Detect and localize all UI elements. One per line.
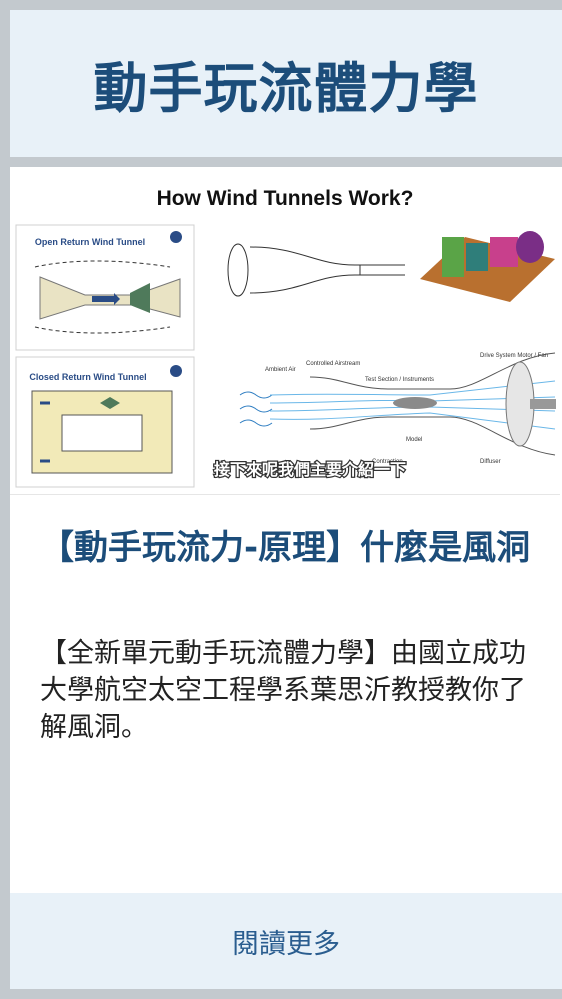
- nasa-logo-icon: [170, 365, 182, 377]
- open-return-label: Open Return Wind Tunnel: [35, 237, 145, 247]
- article-title[interactable]: 【動手玩流力-原理】什麼是風洞: [40, 525, 532, 571]
- article-card: 動手玩流體力學 How Wind Tunnels Work? Open Retu…: [0, 0, 562, 999]
- tunnel-3d-model: [420, 231, 555, 302]
- label-model: Model: [406, 437, 422, 443]
- closed-return-label: Closed Return Wind Tunnel: [29, 372, 146, 382]
- article-description: 【全新單元動手玩流體力學】由國立成功大學航空太空工程學系葉思沂教授教你了解風洞。: [40, 638, 526, 743]
- thumbnail-heading: How Wind Tunnels Work?: [157, 187, 414, 210]
- page-title: 動手玩流體力學: [93, 57, 479, 120]
- card-header: 動手玩流體力學: [10, 10, 562, 167]
- closed-return-panel: Closed Return Wind Tunnel: [15, 356, 195, 488]
- label-test-section: Test Section / Instruments: [365, 377, 434, 383]
- open-return-panel: Open Return Wind Tunnel: [15, 224, 195, 351]
- article-content: 【動手玩流力-原理】什麼是風洞 【全新單元動手玩流體力學】由國立成功大學航空太空…: [10, 525, 562, 746]
- tunnel-cross-section: [206, 225, 406, 317]
- read-more-link[interactable]: 閱讀更多: [232, 922, 340, 961]
- video-thumbnail[interactable]: How Wind Tunnels Work? Open Return Wind …: [10, 167, 560, 495]
- read-more-bar: 閱讀更多: [10, 893, 562, 989]
- video-subtitle: 接下來呢我們主要介紹一下: [214, 460, 406, 479]
- wind-tunnel-illustration: How Wind Tunnels Work? Open Return Wind …: [15, 187, 560, 488]
- label-controlled-airstream: Controlled Airstream: [306, 361, 360, 367]
- label-diffuser: Diffuser: [480, 459, 501, 465]
- nasa-logo-icon: [170, 231, 182, 243]
- label-ambient-air: Ambient Air: [265, 367, 296, 373]
- label-drive-system: Drive System Motor / Fan: [480, 353, 548, 359]
